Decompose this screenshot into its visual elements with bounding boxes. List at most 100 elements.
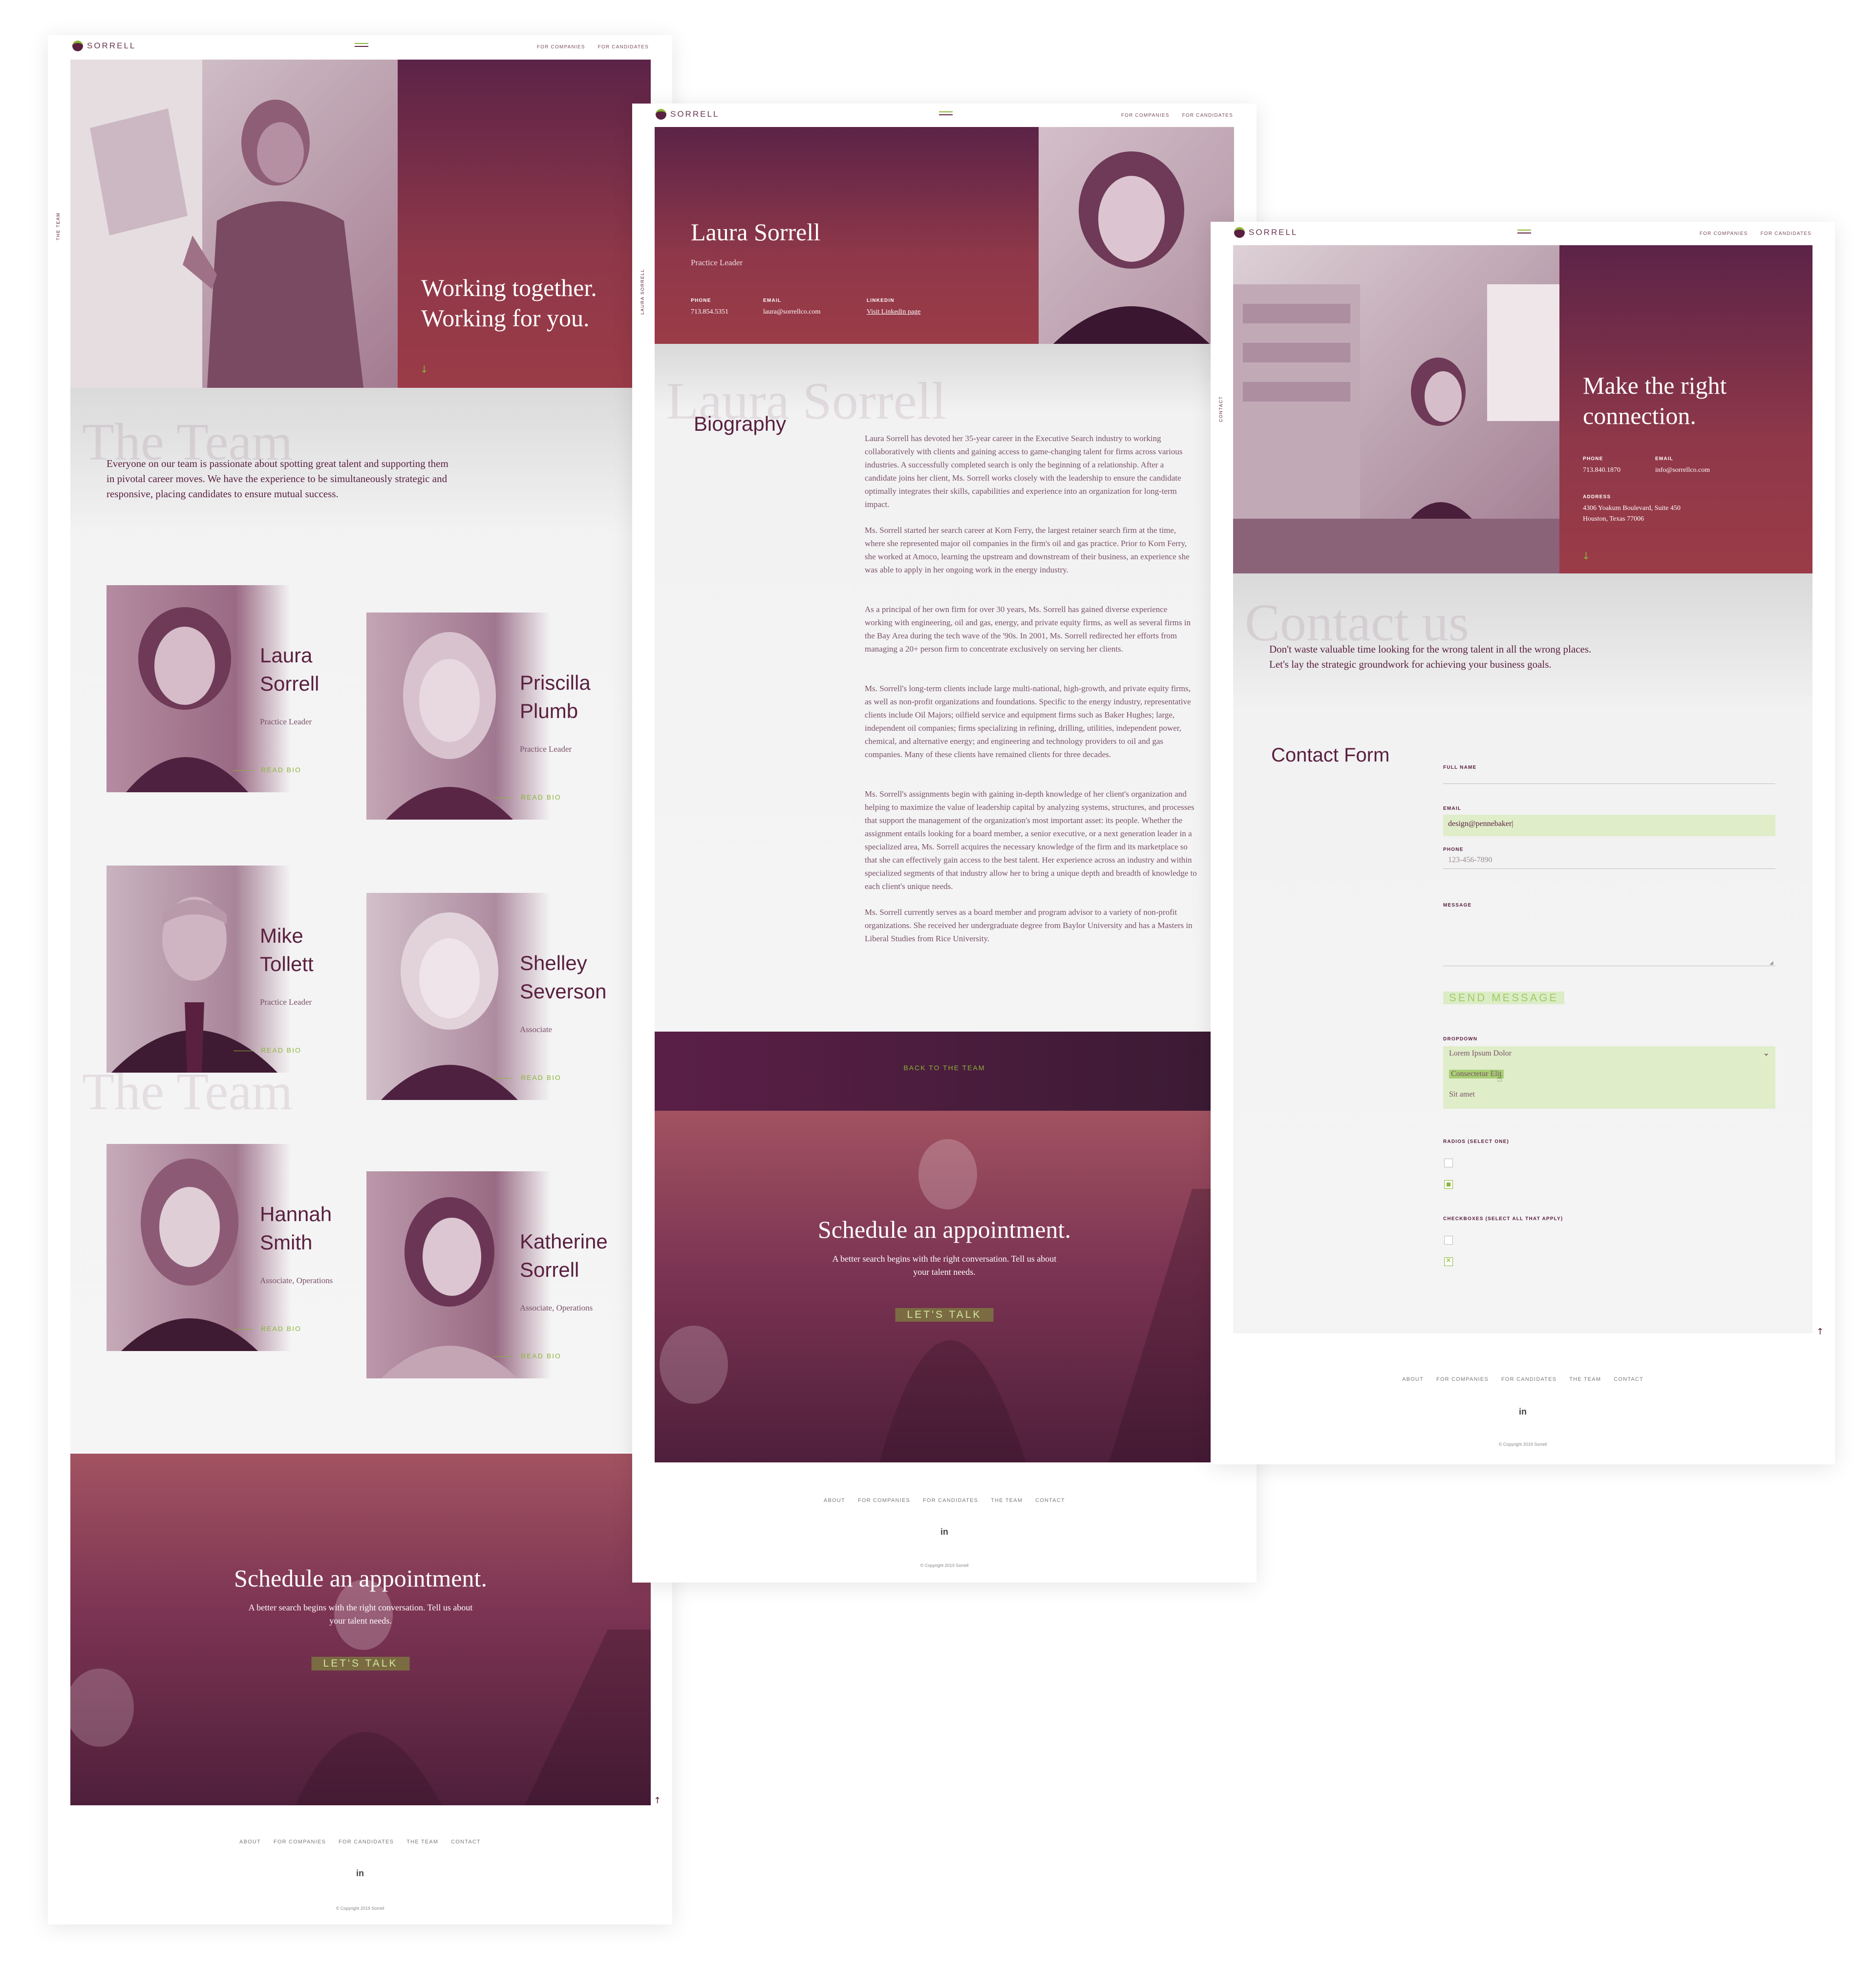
hamburger-menu-icon[interactable] [939, 111, 953, 118]
footer-link-contact[interactable]: CONTACT [1035, 1498, 1065, 1503]
brand-logo[interactable]: SORRELL [1234, 227, 1298, 238]
checkbox-option-2[interactable]: ✕ [1444, 1257, 1453, 1266]
dropdown-option-1[interactable]: Consectetur Elit [1449, 1070, 1504, 1078]
footer-link-contact[interactable]: CONTACT [451, 1839, 481, 1845]
cta-subtitle-2: your talent needs. [329, 1616, 392, 1626]
nav-for-companies[interactable]: FOR COMPANIES [537, 44, 585, 50]
nav-for-companies[interactable]: FOR COMPANIES [1121, 113, 1170, 118]
bio-phone: PHONE 713.854.5351 [691, 298, 728, 316]
team-section: The Team Everyone on our team is passion… [70, 388, 651, 1453]
full-name-input[interactable] [1443, 769, 1775, 782]
read-bio-link[interactable]: READ BIO [234, 1046, 301, 1054]
contact-page: SORRELL FOR COMPANIES FOR CANDIDATES CON… [1211, 222, 1835, 1464]
nav-for-candidates[interactable]: FOR CANDIDATES [1761, 231, 1812, 236]
footer-link-about[interactable]: ABOUT [824, 1498, 845, 1503]
read-bio-link[interactable]: READ BIO [234, 766, 301, 774]
contact-phone: PHONE 713.840.1870 [1583, 456, 1620, 474]
footer-link-contact[interactable]: CONTACT [1614, 1376, 1643, 1382]
footer-link-candidates[interactable]: FOR CANDIDATES [923, 1498, 978, 1503]
contact-form-heading: Contact Form [1271, 744, 1390, 766]
cursor-icon: ☝ [1497, 1074, 1502, 1084]
hero-title-line2: Working for you. [421, 304, 590, 332]
contact-section: Contact us Don't waste valuable time loo… [1233, 573, 1812, 1333]
back-to-team-link[interactable]: BACK TO THE TEAM [655, 1064, 1234, 1072]
footer-link-companies[interactable]: FOR COMPANIES [1436, 1376, 1489, 1382]
chevron-down-icon[interactable]: ⌄ [1763, 1048, 1769, 1057]
lets-talk-button[interactable]: LET'S TALK [311, 1657, 410, 1670]
read-bio-link[interactable]: READ BIO [234, 1325, 301, 1332]
footer-link-team[interactable]: THE TEAM [991, 1498, 1023, 1503]
linkedin-icon[interactable]: in [940, 1527, 948, 1537]
phone-input[interactable]: 123-456-7890 [1448, 856, 1492, 865]
footer-link-about[interactable]: ABOUT [1402, 1376, 1424, 1382]
nav-links: FOR COMPANIES FOR CANDIDATES [1700, 231, 1812, 236]
logo-mark-icon [1234, 227, 1245, 238]
hamburger-menu-icon[interactable] [1517, 230, 1531, 236]
member-first-name: Priscilla [520, 671, 591, 694]
brand-logo[interactable]: SORRELL [656, 109, 719, 120]
linkedin-icon[interactable]: in [356, 1868, 364, 1879]
contact-hero-photo [1233, 245, 1559, 573]
read-bio-link[interactable]: READ BIO [493, 1352, 561, 1360]
contact-intro: Don't waste valuable time looking for th… [1269, 643, 1592, 670]
team-intro: Everyone on our team is passionate about… [107, 458, 448, 500]
resize-handle-icon[interactable]: ◢ [1769, 960, 1773, 966]
footer-link-about[interactable]: ABOUT [239, 1839, 261, 1845]
radio-option-2[interactable] [1444, 1180, 1453, 1189]
team-card-priscilla-plumb[interactable]: Priscilla Plumb Practice Leader READ BIO [366, 613, 660, 820]
bio-hero-panel: Laura Sorrell Practice Leader PHONE 713.8… [655, 127, 1039, 344]
hamburger-menu-icon[interactable] [355, 43, 368, 50]
team-card-katherine-sorrell[interactable]: Katherine Sorrell Associate, Operations R… [366, 1171, 660, 1378]
member-role: Practice Leader [260, 717, 312, 726]
bio-paragraph-6: Ms. Sorrell currently serves as a board … [865, 908, 1193, 943]
hero-title-line1: Working together. [421, 274, 597, 301]
email-input[interactable]: design@pennebaker| [1443, 815, 1775, 836]
bio-paragraph-4: Ms. Sorrell's long-term clients include … [865, 684, 1191, 759]
nav-for-candidates[interactable]: FOR CANDIDATES [598, 44, 649, 50]
footer-link-candidates[interactable]: FOR CANDIDATES [1501, 1376, 1556, 1382]
linkedin-icon[interactable]: in [1519, 1407, 1527, 1417]
footer-link-companies[interactable]: FOR COMPANIES [858, 1498, 910, 1503]
team-card-laura-sorrell[interactable]: Laura Sorrell Practice Leader READ BIO [107, 585, 400, 792]
brand-logo[interactable]: SORRELL [72, 41, 136, 51]
read-bio-link[interactable]: READ BIO [493, 1074, 561, 1081]
nav-for-companies[interactable]: FOR COMPANIES [1700, 231, 1748, 236]
member-last-name: Tollett [260, 952, 314, 975]
member-first-name: Mike [260, 924, 303, 947]
checkbox-option-1[interactable] [1444, 1236, 1453, 1245]
footer-link-team[interactable]: THE TEAM [406, 1839, 438, 1845]
dropdown-select[interactable]: Lorem Ipsum Dolor ⌄ Consectetur Elit ☝ S… [1443, 1046, 1775, 1109]
cta-subtitle-2: your talent needs. [913, 1267, 976, 1277]
scroll-down-icon[interactable]: ↓ [1582, 550, 1590, 562]
back-to-top-icon[interactable]: ↑ [1816, 1327, 1824, 1337]
footer-link-candidates[interactable]: FOR CANDIDATES [339, 1839, 394, 1845]
top-nav: SORRELL FOR COMPANIES FOR CANDIDATES [48, 35, 672, 59]
lets-talk-button[interactable]: LET'S TALK [895, 1308, 994, 1322]
radio-option-1[interactable] [1444, 1159, 1453, 1167]
footer-link-team[interactable]: THE TEAM [1569, 1376, 1601, 1382]
phone-label: PHONE [1443, 847, 1464, 852]
radios-label: RADIOS (SELECT ONE) [1443, 1139, 1510, 1144]
team-card-shelley-severson[interactable]: Shelley Severson Associate READ BIO [366, 893, 660, 1100]
dropdown-option-2[interactable]: Sit amet [1449, 1090, 1475, 1099]
nav-for-candidates[interactable]: FOR CANDIDATES [1182, 113, 1233, 118]
team-card-hannah-smith[interactable]: Hannah Smith Associate, Operations READ B… [107, 1144, 400, 1351]
send-message-button[interactable]: SEND MESSAGE [1443, 992, 1565, 1004]
read-bio-link[interactable]: READ BIO [493, 793, 561, 801]
member-last-name: Severson [520, 980, 607, 1003]
message-textarea[interactable] [1443, 912, 1775, 966]
member-role: Associate, Operations [520, 1303, 593, 1312]
logo-mark-icon [72, 41, 83, 51]
bio-page: SORRELL FOR COMPANIES FOR CANDIDATES LAU… [632, 104, 1257, 1583]
portrait-photo [1039, 127, 1234, 344]
footer-link-companies[interactable]: FOR COMPANIES [274, 1839, 326, 1845]
contact-email: EMAIL info@sorrellco.com [1655, 456, 1710, 474]
copyright: © Copyright 2019 Sorrell [920, 1563, 969, 1568]
scroll-down-icon[interactable]: ↓ [420, 363, 428, 375]
team-card-mike-tollett[interactable]: Mike Tollett Practice Leader READ BIO [107, 866, 400, 1073]
back-to-top-icon[interactable]: ↑ [654, 1796, 661, 1806]
copyright: © Copyright 2019 Sorrell [1498, 1442, 1547, 1447]
side-label: THE TEAM [56, 212, 61, 240]
team-page: SORRELL FOR COMPANIES FOR CANDIDATES THE… [48, 35, 672, 1924]
hero-panel: Working together. Working for you. ↓ [398, 60, 651, 388]
